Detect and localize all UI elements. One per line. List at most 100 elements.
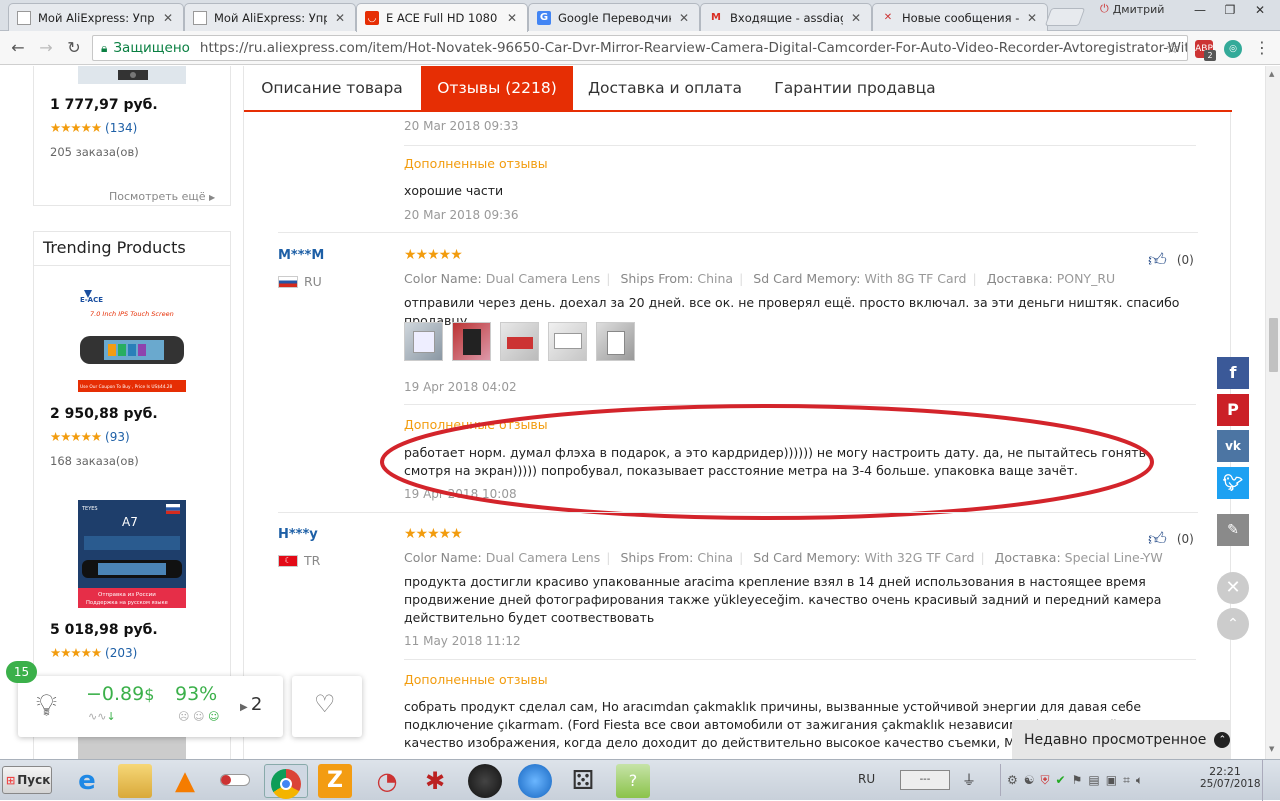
rating-stars-icon: ★★★★★ — [50, 120, 102, 135]
close-tab-icon[interactable]: ✕ — [677, 11, 691, 25]
internet-explorer-icon[interactable]: e — [70, 764, 104, 798]
review-photo[interactable] — [500, 322, 539, 361]
puzzle-icon[interactable]: ✱ — [418, 764, 452, 798]
minimize-button[interactable]: — — [1185, 0, 1215, 20]
forward-arrow-icon[interactable]: → — [35, 38, 57, 58]
help-app-icon[interactable]: ? — [616, 764, 650, 798]
facebook-share-icon[interactable]: f — [1217, 357, 1249, 389]
review-count[interactable]: (93) — [105, 430, 130, 444]
browser-tab-kufar[interactable]: ✕ Новые сообщения - Ку ✕ — [872, 3, 1048, 31]
price-tracker-widget[interactable]: 💡︎ −0.89$ ∿∿↓ 93% ☹ ☺ ☺ ▶ 2 — [18, 676, 283, 737]
product-detail-main: Описание товара Отзывы (2218) Доставка и… — [243, 66, 1232, 759]
page-content: 1 777,97 руб. ★★★★★ (134) 205 заказа(ов)… — [0, 66, 1265, 759]
start-button[interactable]: ⊞ Пуск — [2, 766, 52, 794]
pinterest-share-icon[interactable]: P — [1217, 394, 1249, 426]
review-count[interactable]: (134) — [105, 121, 137, 135]
svg-text:Use Our Coupon To Buy , Price: Use Our Coupon To Buy , Price Is US$44.2… — [80, 384, 173, 390]
tray-icon[interactable]: ⌗ — [1123, 773, 1130, 788]
review-photo[interactable] — [596, 322, 635, 361]
close-circle-icon[interactable]: ✕ — [1217, 572, 1249, 604]
close-tab-icon[interactable]: ✕ — [333, 11, 347, 25]
review-photo[interactable] — [452, 322, 491, 361]
browser-tab-translate[interactable]: G Google Переводчик ✕ — [528, 3, 700, 31]
monitor-icon[interactable]: ▣ — [1106, 773, 1117, 787]
app-toggle-icon[interactable] — [218, 764, 252, 798]
restore-button[interactable]: ❐ — [1215, 0, 1245, 20]
trending-product-image-3[interactable] — [78, 737, 186, 759]
shield-icon[interactable]: ⛨ — [1041, 773, 1050, 788]
see-more-link[interactable]: Посмотреть ещё ▶ — [109, 190, 215, 203]
lock-icon: 🔒︎ — [101, 40, 108, 55]
profile-button[interactable]: ⏻ Дмитрий — [1100, 1, 1180, 17]
show-desktop-button[interactable] — [1262, 760, 1280, 801]
menu-icon[interactable]: ⋮ — [1254, 38, 1270, 57]
globe-icon[interactable] — [518, 764, 552, 798]
browser-tab-aliexpress-1[interactable]: Мой AliExpress: Управ ✕ — [8, 3, 184, 31]
tab-guarantees[interactable]: Гарантии продавца — [757, 66, 953, 110]
extension-icon[interactable]: ◎ — [1224, 40, 1242, 58]
address-bar[interactable]: 🔒︎ Защищено https://ru.aliexpress.com/it… — [92, 35, 1188, 61]
heart-icon: ♡ — [314, 690, 336, 718]
scrollbar-thumb[interactable] — [1269, 318, 1278, 372]
close-tab-icon[interactable]: ✕ — [849, 11, 863, 25]
edit-pencil-icon[interactable]: ✎ — [1217, 514, 1249, 546]
scroll-down-arrow-icon[interactable]: ▼ — [1269, 745, 1274, 753]
vk-share-icon[interactable]: vk — [1217, 430, 1249, 462]
additional-review-label: Дополненные отзывы — [404, 672, 548, 687]
helpful-button[interactable]: 👍︎ (0) — [1148, 249, 1194, 271]
review-photo[interactable] — [548, 322, 587, 361]
chrome-taskbar-button[interactable] — [264, 764, 308, 799]
reload-icon[interactable]: ↻ — [63, 38, 85, 58]
tray-icon[interactable]: ☯ — [1024, 773, 1035, 787]
trending-product-image-2[interactable]: TEYES A7 Отправка из России Поддержка на… — [78, 500, 186, 608]
rating-stars-icon: ★★★★★ — [50, 429, 102, 444]
tab-description[interactable]: Описание товара — [244, 66, 420, 110]
browser-tab-aliexpress-2[interactable]: Мой AliExpress: Управ ✕ — [184, 3, 356, 31]
page-icon — [193, 10, 207, 25]
tray-icon[interactable]: ⚙ — [1007, 773, 1018, 787]
close-tab-icon[interactable]: ✕ — [505, 11, 519, 25]
close-window-button[interactable]: ✕ — [1245, 0, 1275, 20]
windows-logo-icon: ⊞ — [6, 773, 16, 787]
turkey-flag-icon: ☾ — [278, 555, 298, 567]
check-icon[interactable]: ✔ — [1056, 773, 1066, 787]
ccleaner-icon[interactable]: ◔ — [370, 764, 404, 798]
volume-icon[interactable]: 🔈︎ — [1136, 773, 1143, 788]
tab-shipping[interactable]: Доставка и оплата — [573, 66, 757, 110]
browser-tab-active[interactable]: ◡ E ACE Full HD 1080 P A ✕ — [356, 3, 528, 32]
tab-reviews[interactable]: Отзывы (2218) — [421, 66, 573, 110]
file-explorer-icon[interactable] — [118, 764, 152, 798]
new-tab-button[interactable] — [1044, 8, 1086, 26]
trending-product-image-1[interactable]: E-ACE 7.0 Inch IPS Touch Screen Use Our … — [78, 284, 186, 392]
scroll-top-icon[interactable]: ⌃ — [1217, 608, 1249, 640]
flag-icon[interactable]: ⚑ — [1072, 773, 1083, 787]
network-icon[interactable]: ▤ — [1088, 773, 1099, 787]
favorite-button[interactable]: ♡ — [292, 676, 362, 737]
vlc-icon[interactable]: ▲ — [168, 764, 202, 798]
twitter-share-icon[interactable]: 🐦︎ — [1217, 467, 1249, 499]
page-scrollbar[interactable]: ▲ ▼ — [1265, 66, 1280, 759]
close-tab-icon[interactable]: ✕ — [161, 11, 175, 25]
scroll-up-arrow-icon[interactable]: ▲ — [1269, 70, 1274, 78]
language-indicator[interactable]: RU — [858, 772, 875, 786]
thumbs-up-icon: 👍︎ — [1148, 529, 1167, 550]
svg-text:E-ACE: E-ACE — [80, 296, 103, 304]
dice-icon[interactable]: ⚄ — [566, 764, 600, 798]
clock[interactable]: 22:21 25/07/2018 — [1200, 765, 1261, 790]
product-thumbnail[interactable] — [78, 66, 186, 84]
close-tab-icon[interactable]: ✕ — [1025, 11, 1039, 25]
tray-field[interactable]: --- — [900, 770, 950, 790]
helpful-button[interactable]: 👍︎ (0) — [1148, 528, 1194, 550]
browser-tab-gmail[interactable]: M Входящие - assdiag@ ✕ — [700, 3, 872, 31]
thumbs-up-icon: 👍︎ — [1148, 250, 1167, 271]
review-count[interactable]: (203) — [105, 646, 137, 660]
back-arrow-icon[interactable]: ← — [7, 38, 29, 58]
bookmark-star-icon[interactable]: ☆ — [1166, 39, 1179, 57]
power-plug-icon[interactable]: ⏚ — [962, 770, 976, 790]
media-player-icon[interactable] — [468, 764, 502, 798]
rating-stars-icon: ★★★★★ — [50, 645, 102, 660]
zona-icon[interactable]: Z — [318, 764, 352, 798]
recently-viewed-bar[interactable]: Недавно просмотренное ⌃ — [1012, 720, 1231, 759]
review-photo[interactable] — [404, 322, 443, 361]
reviewer-country: RU — [304, 274, 322, 289]
